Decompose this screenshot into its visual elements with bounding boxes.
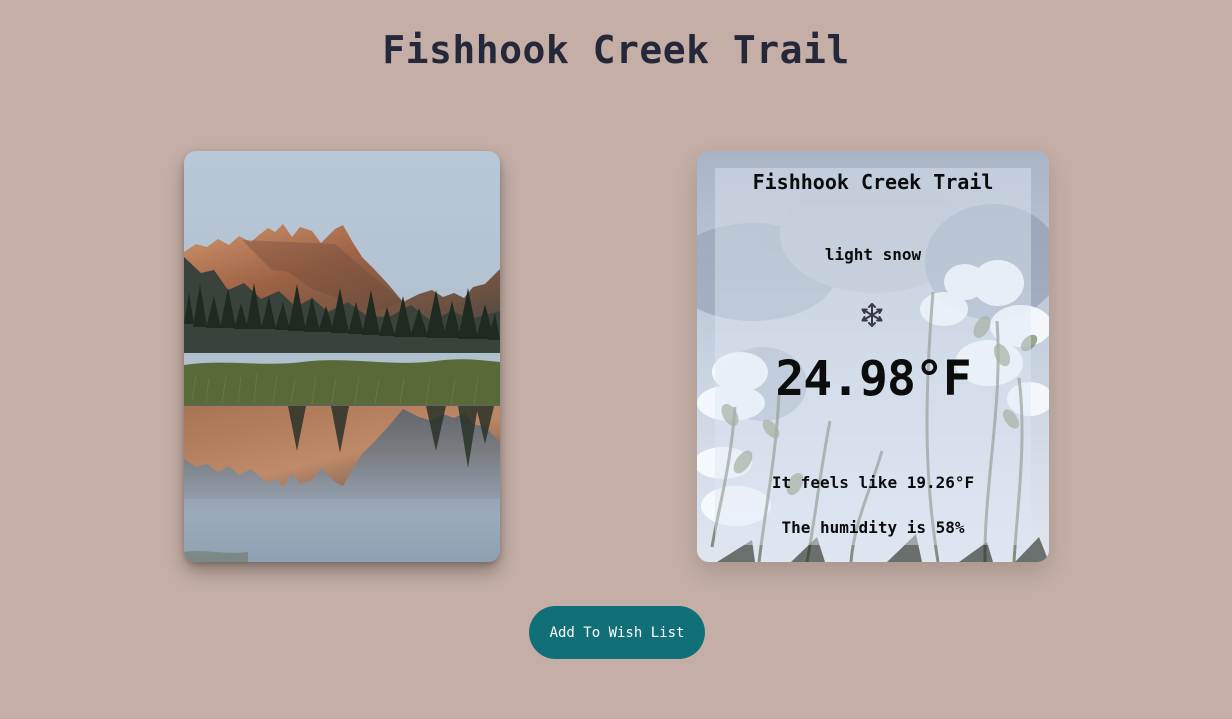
weather-card: Fishhook Creek Trail light snow 24.98°F … <box>697 151 1049 562</box>
page-title: Fishhook Creek Trail <box>382 28 850 72</box>
weather-description: light snow <box>824 245 922 264</box>
add-to-wish-list-button[interactable]: Add To Wish List <box>529 606 705 659</box>
trail-weather-page: Fishhook Creek Trail Fishhook Creek Trai… <box>0 0 1232 719</box>
trail-photo-card <box>184 151 500 562</box>
weather-info-panel: Fishhook Creek Trail light snow 24.98°F … <box>715 168 1031 545</box>
weather-location: Fishhook Creek Trail <box>752 170 994 194</box>
temperature-value: 24.98°F <box>775 351 971 407</box>
mountain-lake-photo <box>184 151 500 562</box>
snowflake-icon <box>861 303 883 327</box>
feels-like-text: It feels like 19.26°F <box>771 473 975 492</box>
humidity-text: The humidity is 58% <box>781 518 965 537</box>
